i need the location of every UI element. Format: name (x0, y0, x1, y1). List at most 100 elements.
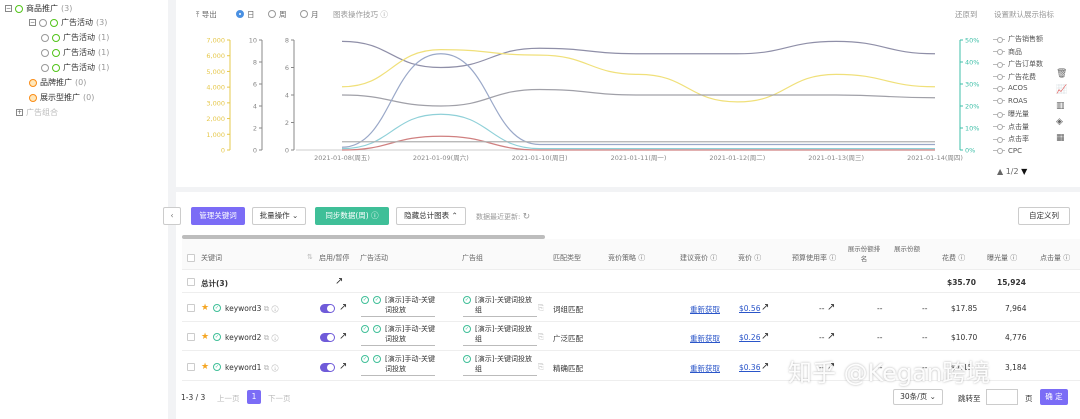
refetch-link[interactable]: 重新获取 (690, 363, 720, 374)
tree-item-sd[interactable]: 展示型推广 (0) (29, 92, 94, 103)
copy-icon[interactable]: ⎘ (538, 303, 544, 313)
tree-item-sp[interactable]: − 商品推广 (3) (5, 3, 72, 14)
default-metrics-link[interactable]: 设置默认展示指标 (994, 9, 1054, 20)
trend-icon[interactable]: ↗ (761, 302, 769, 313)
tree-item-adgroup[interactable]: 广告活动 (1) (41, 47, 109, 58)
custom-columns-button[interactable]: 自定义列 (1018, 207, 1070, 225)
radio-week[interactable]: 周 (268, 9, 287, 20)
export-button[interactable]: ⤒ 导出 (196, 9, 217, 20)
tree-item-adgroup[interactable]: 广告活动 (1) (41, 62, 109, 73)
expand-icon[interactable]: + (16, 109, 23, 116)
adgroup-select[interactable]: [演示]-关键词投放组 (463, 295, 537, 317)
rebase-link[interactable]: 还原到 (955, 9, 978, 20)
legend-item[interactable]: 点击量 (993, 122, 1029, 132)
line-chart-icon[interactable]: 📈 (1056, 82, 1067, 98)
next-page-button[interactable]: 下一页 (268, 393, 291, 404)
bid-value[interactable]: $0.56 (739, 304, 760, 313)
trend-icon[interactable]: ↗ (335, 276, 343, 287)
page-down-icon[interactable]: ▼ (1021, 167, 1027, 176)
goto-confirm-button[interactable]: 确 定 (1040, 389, 1068, 405)
col-spend[interactable]: 花费 ⓘ (942, 253, 965, 263)
trash-icon[interactable]: 🗑 (1056, 66, 1067, 82)
prev-page-button[interactable]: 上一页 (217, 393, 240, 404)
goto-page-input[interactable] (986, 389, 1018, 405)
keyword-name[interactable]: keyword3 ⧉ ⓘ (225, 304, 279, 314)
trend-icon[interactable]: ↗ (827, 302, 835, 313)
campaign-select[interactable]: [演示]手动-关键词投放 (361, 324, 435, 346)
batch-ops-dropdown[interactable]: 批量操作 ⌄ (252, 207, 306, 225)
legend-item[interactable]: CPC (993, 147, 1022, 155)
legend-item[interactable]: ACOS (993, 84, 1028, 92)
col-impr[interactable]: 曝光量 ⓘ (987, 253, 1017, 263)
col-campaign[interactable]: 广告活动 (360, 253, 388, 263)
keyword-name[interactable]: keyword1 ⧉ ⓘ (225, 363, 279, 373)
legend-item[interactable]: 广告订单数 (993, 59, 1043, 69)
star-icon[interactable]: ★ (201, 363, 209, 372)
col-share-rank[interactable]: 展示份额排名 (845, 244, 883, 264)
trend-icon[interactable]: ↗ (339, 302, 347, 313)
trend-icon[interactable]: ↗ (761, 331, 769, 342)
col-status[interactable]: 启用/暂停 (319, 253, 349, 263)
page-up-icon[interactable]: ▲ (997, 167, 1003, 176)
legend-item[interactable]: 广告销售额 (993, 34, 1043, 44)
row-checkbox[interactable] (187, 304, 195, 312)
tree-item-portfolio[interactable]: + 广告组合 (16, 107, 58, 118)
select-all-checkbox[interactable] (187, 254, 195, 262)
legend-item[interactable]: 商品 (993, 47, 1022, 57)
col-bid[interactable]: 竞价 ⓘ (738, 253, 761, 263)
table-icon[interactable]: ▦ (1056, 130, 1066, 146)
trend-icon[interactable]: ↗ (339, 361, 347, 372)
per-page-select[interactable]: 30条/页 ⌄ (893, 389, 943, 405)
row-checkbox[interactable] (187, 278, 195, 286)
keyword-name[interactable]: keyword2 ⧉ ⓘ (225, 333, 279, 343)
refresh-icon[interactable]: ↻ (523, 212, 531, 222)
manage-keywords-button[interactable]: 管理关键词 (191, 207, 245, 225)
collapse-icon[interactable]: − (5, 5, 12, 12)
page-1-button[interactable]: 1 (247, 390, 261, 404)
legend-item[interactable]: ROAS (993, 97, 1027, 105)
sync-data-button[interactable]: 同步数据(周) ⓘ (315, 207, 389, 225)
star-icon[interactable]: ★ (201, 333, 209, 342)
layers-icon[interactable]: ◈ (1056, 114, 1066, 130)
radio-month[interactable]: 月 (300, 9, 319, 20)
star-icon[interactable]: ★ (201, 304, 209, 313)
refetch-link[interactable]: 重新获取 (690, 333, 720, 344)
row-checkbox[interactable] (187, 363, 195, 371)
copy-icon[interactable]: ⎘ (538, 332, 544, 342)
bar-chart-icon[interactable]: ▥ (1056, 98, 1066, 114)
collapse-icon[interactable]: − (29, 19, 36, 26)
chart-tips[interactable]: 图表操作技巧 ⓘ (333, 9, 388, 20)
refetch-link[interactable]: 重新获取 (690, 304, 720, 315)
col-keyword[interactable]: 关键词 (201, 253, 222, 263)
col-clicks[interactable]: 点击量 ⓘ (1040, 253, 1070, 263)
sort-icon[interactable]: ⇅ (307, 253, 313, 261)
row-checkbox[interactable] (187, 333, 195, 341)
col-suggest[interactable]: 建议竞价 ⓘ (680, 253, 717, 263)
legend-item[interactable]: 曝光量 (993, 109, 1029, 119)
enable-toggle[interactable] (320, 304, 335, 313)
adgroup-select[interactable]: [演示]-关键词投放组 (463, 324, 537, 346)
tree-item-sb[interactable]: 品牌推广 (0) (29, 77, 86, 88)
copy-icon[interactable]: ⎘ (538, 362, 544, 372)
campaign-select[interactable]: [演示]手动-关键词投放 (361, 354, 435, 376)
col-adgroup[interactable]: 广告组 (462, 253, 483, 263)
legend-item[interactable]: 点击率 (993, 134, 1029, 144)
campaign-select[interactable]: [演示]手动-关键词投放 (361, 295, 435, 317)
col-bid-strategy[interactable]: 竞价策略 ⓘ (608, 253, 645, 263)
radio-day[interactable]: 日 (236, 9, 255, 20)
bid-value[interactable]: $0.26 (739, 333, 760, 342)
hide-chart-button[interactable]: 隐藏总计图表 ⌃ (396, 207, 466, 225)
tree-item-adgroup[interactable]: 广告活动 (1) (41, 32, 109, 43)
col-match[interactable]: 匹配类型 (553, 253, 581, 263)
collapse-sidebar-button[interactable]: ‹ (163, 207, 181, 225)
trend-icon[interactable]: ↗ (339, 331, 347, 342)
tree-item-campaign[interactable]: − 广告活动 (3) (29, 17, 107, 28)
trend-icon[interactable]: ↗ (827, 331, 835, 342)
trend-icon[interactable]: ↗ (761, 361, 769, 372)
bid-value[interactable]: $0.36 (739, 363, 760, 372)
col-share[interactable]: 展示份额 (888, 244, 926, 254)
legend-item[interactable]: 广告花费 (993, 72, 1036, 82)
enable-toggle[interactable] (320, 363, 335, 372)
col-budget[interactable]: 预算使用率 ⓘ (792, 253, 836, 263)
enable-toggle[interactable] (320, 333, 335, 342)
